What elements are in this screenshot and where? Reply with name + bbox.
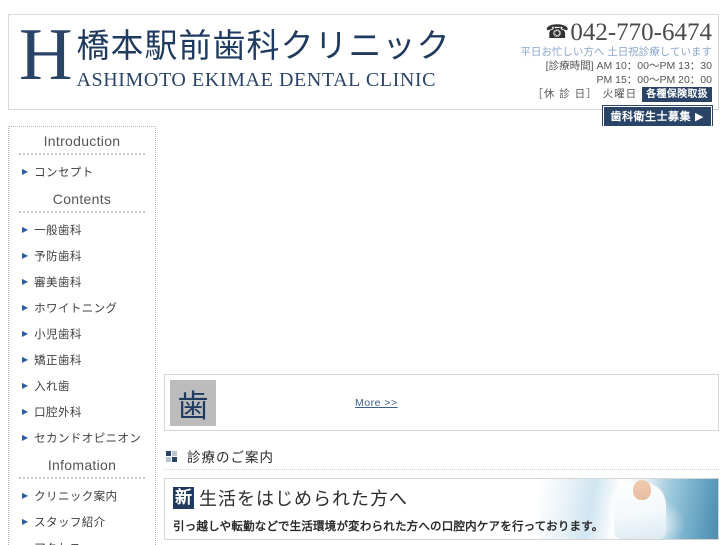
new-badge: 新 [173, 487, 194, 509]
sidebar-item-concept[interactable]: ▶ コンセプト [9, 159, 155, 185]
sidebar-heading-divider [19, 477, 145, 479]
phone-row: ☎ 042-770-6474 [497, 19, 712, 45]
bullet-arrow-icon: ▶ [22, 381, 29, 390]
sidebar-section-contents: Contents ▶ 一般歯科 ▶ 予防歯科 ▶ 審美歯科 ▶ ホワイトニング … [9, 185, 155, 451]
sidebar-item-dentures[interactable]: ▶ 入れ歯 [9, 373, 155, 399]
section-title: 診療のご案内 [187, 450, 274, 465]
closed-day-row: ［休 診 日］ 火曜日 各種保険取扱 [497, 87, 712, 102]
sidebar-item-cosmetic-dentistry[interactable]: ▶ 審美歯科 [9, 269, 155, 295]
sidebar-item-whitening[interactable]: ▶ ホワイトニング [9, 295, 155, 321]
bullet-arrow-icon: ▶ [22, 225, 29, 234]
page-root: H 橋本駅前歯科クリニック ASHIMOTO EKIMAE DENTAL CLI… [0, 0, 727, 545]
hours-value-am: AM 10：00～PM 13：30 [596, 60, 712, 72]
sidebar-item-label: 入れ歯 [34, 381, 70, 393]
bullet-arrow-icon: ▶ [22, 251, 29, 260]
checker-square-icon [166, 450, 177, 462]
sidebar-item-preventive-dentistry[interactable]: ▶ 予防歯科 [9, 243, 155, 269]
section-heading: 診療のご案内 [164, 446, 719, 466]
sidebar-section-information: Infomation ▶ クリニック案内 ▶ スタッフ紹介 ▶ アクセス [9, 451, 155, 545]
bullet-arrow-icon: ▶ [22, 277, 29, 286]
section-divider [164, 469, 719, 470]
sidebar-item-general-dentistry[interactable]: ▶ 一般歯科 [9, 217, 155, 243]
sidebar-item-access[interactable]: ▶ アクセス [9, 535, 155, 545]
sidebar-item-label: アクセス [34, 540, 81, 545]
sidebar-item-label: 一般歯科 [34, 225, 82, 237]
logo-initial-h: H [19, 14, 72, 96]
closed-day-value: 火曜日 [602, 88, 638, 100]
site-header: H 橋本駅前歯科クリニック ASHIMOTO EKIMAE DENTAL CLI… [8, 14, 719, 130]
sidebar-item-second-opinion[interactable]: ▶ セカンドオピニオン [9, 425, 155, 451]
sidebar-section-introduction: Introduction ▶ コンセプト [9, 127, 155, 185]
promo-banner-title: 生活をはじめられた方へ [199, 489, 408, 509]
more-link[interactable]: More >> [355, 397, 398, 409]
phone-number: 042-770-6474 [570, 18, 712, 46]
sidebar-item-label: スタッフ紹介 [34, 517, 106, 529]
bullet-arrow-icon: ▶ [22, 303, 29, 312]
hours-line-2: PM 15：00～PM 20：00 [596, 74, 712, 86]
sidebar-heading-information: Infomation [47, 457, 117, 473]
sidebar-item-label: 予防歯科 [34, 251, 82, 263]
recruit-button-label: 歯科衛生士募集 [610, 111, 692, 123]
sidebar-item-staff-introduction[interactable]: ▶ スタッフ紹介 [9, 509, 155, 535]
promo-banner-subtitle: 引っ越しや転勤などで生活環境が変わられた方への口腔内ケアを行っております。 [173, 521, 604, 533]
sidebar-item-label: ホワイトニング [34, 303, 118, 315]
insurance-badge: 各種保険取扱 [642, 87, 712, 102]
sidebar-heading-introduction: Introduction [43, 133, 121, 149]
feature-box: 歯 More >> [164, 374, 719, 431]
bullet-arrow-icon: ▶ [22, 433, 29, 442]
closed-day-label: ［休 診 日］ [532, 88, 598, 100]
tooth-kanji-icon: 歯 [170, 380, 216, 426]
bullet-arrow-icon: ▶ [22, 355, 29, 364]
bullet-arrow-icon: ▶ [22, 517, 29, 526]
sidebar-item-label: 審美歯科 [34, 277, 82, 289]
sidebar-item-clinic-guide[interactable]: ▶ クリニック案内 [9, 483, 155, 509]
clinic-name-japanese: 橋本駅前歯科クリニック [76, 26, 451, 65]
sidebar-item-label: セカンドオピニオン [34, 433, 142, 445]
header-contact-block: ☎ 042-770-6474 平日お忙しい方へ 土日祝診療しています [診療時間… [497, 19, 714, 130]
sidebar-item-label: クリニック案内 [34, 491, 118, 503]
bullet-arrow-icon: ▶ [22, 329, 29, 338]
header-catch-copy: 平日お忙しい方へ 土日祝診療しています [520, 46, 712, 58]
recruit-row: 歯科衛生士募集 ▶ [497, 102, 714, 130]
sidebar-item-label: 矯正歯科 [34, 355, 82, 367]
sidebar-item-label: 小児歯科 [34, 329, 82, 341]
clinic-name-english: ASHIMOTO EKIMAE DENTAL CLINIC [76, 68, 437, 91]
logo-text-group: 橋本駅前歯科クリニック ASHIMOTO EKIMAE DENTAL CLINI… [76, 21, 450, 93]
sidebar-heading-contents: Contents [52, 191, 112, 207]
sidebar-heading-divider [19, 153, 145, 155]
sidebar-heading-divider [19, 211, 145, 213]
promo-banner[interactable]: 新 生活をはじめられた方へ 引っ越しや転勤などで生活環境が変わられた方への口腔内… [164, 478, 719, 540]
bullet-arrow-icon: ▶ [22, 167, 29, 176]
promo-banner-text: 新 生活をはじめられた方へ 引っ越しや転勤などで生活環境が変わられた方への口腔内… [173, 485, 603, 534]
sidebar-navigation: Introduction ▶ コンセプト Contents ▶ 一般歯科 ▶ 予… [8, 126, 156, 545]
main-content: 歯 More >> 診療のご案内 新 生活をはじめられた方へ 引っ越しや転勤など… [164, 126, 719, 545]
telephone-icon: ☎ [545, 21, 570, 43]
promo-banner-headline-row: 新 生活をはじめられた方へ [173, 485, 603, 511]
sidebar-item-label: 口腔外科 [34, 407, 82, 419]
site-logo[interactable]: H 橋本駅前歯科クリニック ASHIMOTO EKIMAE DENTAL CLI… [19, 14, 450, 96]
chevron-right-icon: ▶ [695, 111, 704, 123]
hours-label: [診療時間] [545, 60, 594, 72]
bullet-arrow-icon: ▶ [22, 491, 29, 500]
sidebar-item-label: コンセプト [34, 167, 94, 179]
sidebar-item-orthodontics[interactable]: ▶ 矯正歯科 [9, 347, 155, 373]
hours-line-1: [診療時間] AM 10：00～PM 13：30 [497, 59, 712, 73]
sidebar-item-oral-surgery[interactable]: ▶ 口腔外科 [9, 399, 155, 425]
bullet-arrow-icon: ▶ [22, 407, 29, 416]
sidebar-item-pediatric-dentistry[interactable]: ▶ 小児歯科 [9, 321, 155, 347]
